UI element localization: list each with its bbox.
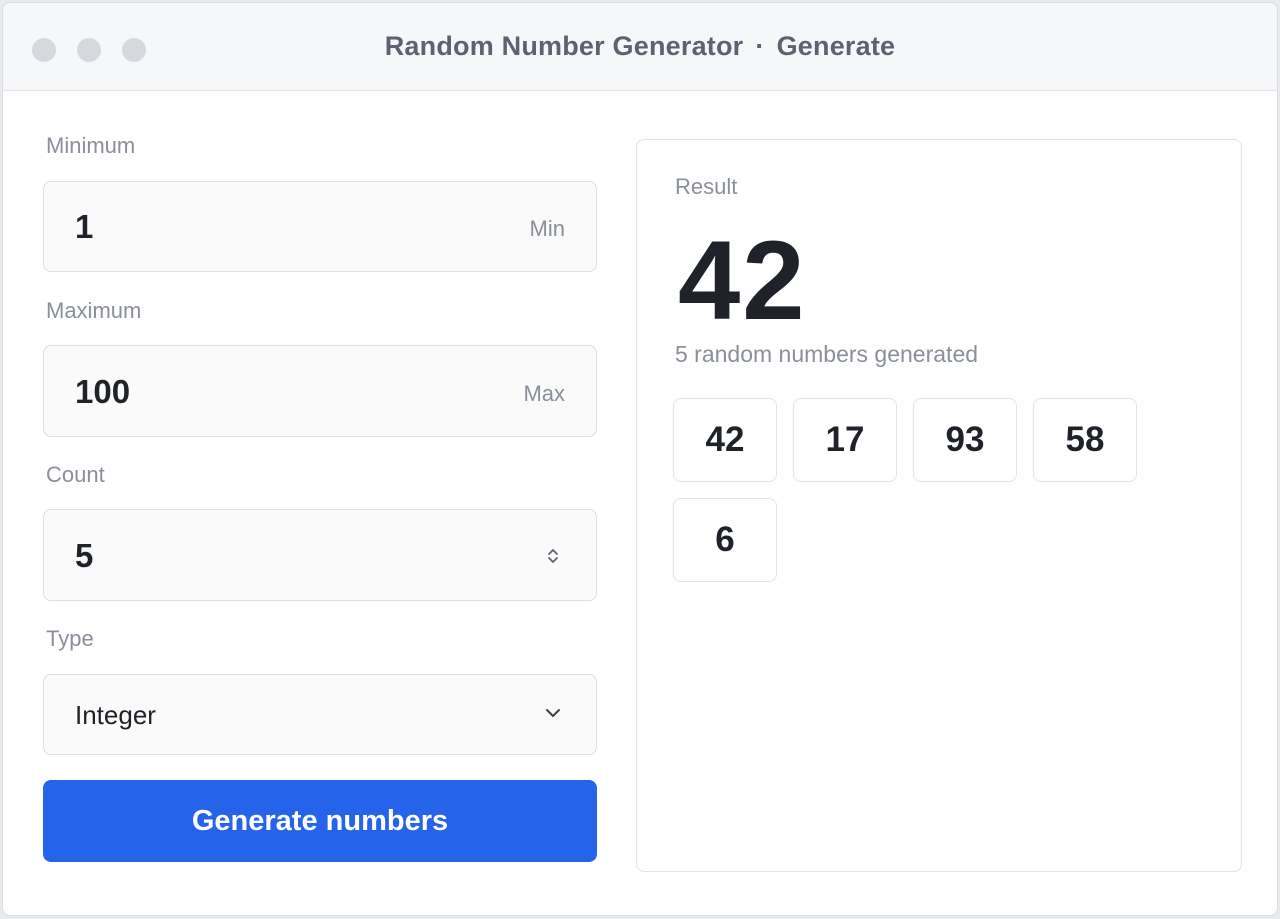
title-bar: Random Number Generator · Generate — [3, 3, 1277, 91]
maximum-input[interactable]: 100 Max — [43, 345, 597, 437]
minimum-value: 1 — [75, 208, 94, 245]
window-title: Random Number Generator · Generate — [3, 31, 1277, 62]
count-label: Count — [46, 462, 105, 487]
chevron-down-icon[interactable] — [544, 706, 562, 725]
type-label: Type — [46, 626, 94, 651]
count-stepper[interactable]: 5 — [43, 509, 597, 601]
result-number-chip: 42 — [673, 398, 777, 482]
title-separator: · — [755, 31, 765, 61]
maximum-label: Maximum — [46, 298, 142, 323]
maximum-suffix: Max — [523, 381, 565, 406]
app-window: Random Number Generator · Generate Minimum… — [2, 2, 1278, 916]
maximum-value: 100 — [75, 373, 131, 410]
type-select[interactable]: Integer — [43, 674, 597, 755]
app-name: Random Number Generator — [384, 31, 744, 61]
result-number-chip: 17 — [793, 398, 897, 482]
result-number-chip: 6 — [673, 498, 777, 582]
minimum-label: Minimum — [46, 133, 136, 158]
result-summary: 5 random numbers generated — [675, 341, 979, 367]
count-value: 5 — [75, 537, 94, 574]
result-label: Result — [675, 174, 738, 199]
result-number-chip: 93 — [913, 398, 1017, 482]
generate-numbers-button[interactable]: Generate numbers — [43, 780, 597, 862]
result-card: Result 42 5 random numbers generated 42 … — [636, 139, 1242, 872]
minimum-input[interactable]: 1 Min — [43, 181, 597, 272]
view-name: Generate — [776, 31, 896, 61]
minimum-suffix: Min — [529, 216, 565, 241]
result-number-chip: 58 — [1033, 398, 1137, 482]
type-value: Integer — [75, 700, 156, 730]
result-value: 42 — [678, 218, 807, 343]
chevron-up-down-icon[interactable] — [546, 546, 560, 571]
